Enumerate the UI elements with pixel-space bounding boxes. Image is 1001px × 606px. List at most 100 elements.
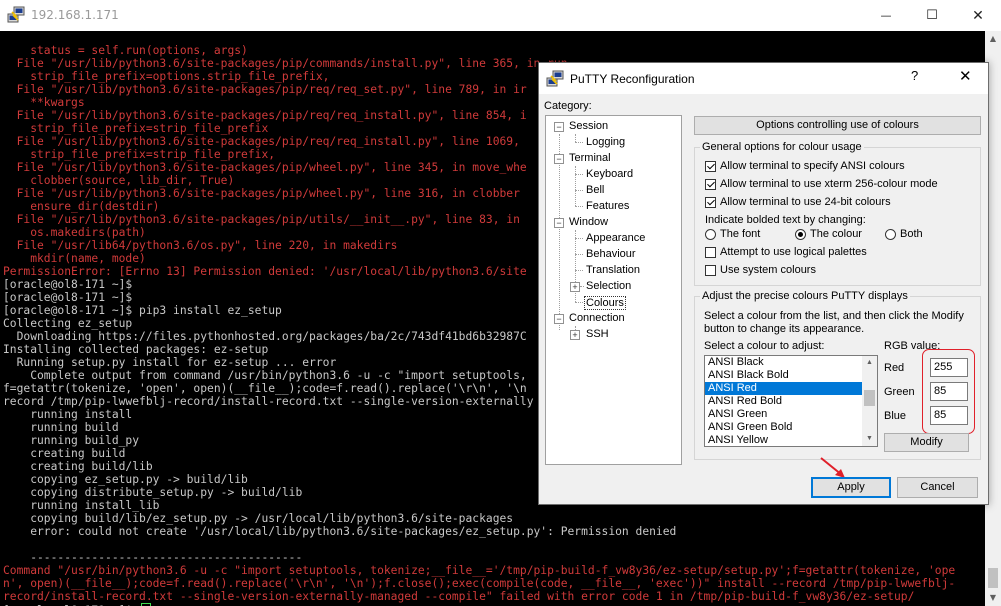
tree-item-appearance[interactable]: Appearance — [586, 232, 645, 244]
list-item[interactable]: ANSI Black Bold — [705, 369, 877, 382]
list-item[interactable]: ANSI Green — [705, 408, 877, 421]
category-tree[interactable]: − Session Logging − Terminal Keyboard Be… — [545, 115, 682, 465]
terminal-line: copying build/lib/ez_setup.py -> /usr/lo… — [3, 512, 514, 525]
scroll-down-icon[interactable]: ▼ — [862, 432, 877, 446]
checkbox-label: Allow terminal to specify ANSI colours — [720, 160, 905, 172]
minimize-icon: — — [880, 9, 892, 22]
tree-line — [575, 270, 583, 271]
checkbox-unchecked[interactable] — [705, 246, 716, 258]
checkbox-label: Allow terminal to use xterm 256-colour m… — [720, 178, 938, 190]
tree-item-connection[interactable]: Connection — [569, 312, 625, 324]
panel-header: Options controlling use of colours — [694, 116, 981, 135]
maximize-icon: ☐ — [926, 8, 938, 23]
expand-icon[interactable]: + — [570, 282, 580, 292]
checkbox-label: Use system colours — [720, 264, 816, 276]
colour-list-label: Select a colour to adjust: — [704, 340, 825, 352]
tree-item-ssh[interactable]: SSH — [586, 328, 609, 340]
group-title: Adjust the precise colours PuTTY display… — [700, 290, 910, 302]
general-options-group: General options for colour usage Allow t… — [694, 141, 981, 286]
tree-item-colours[interactable]: Colours — [584, 296, 626, 310]
tree-line — [575, 174, 583, 175]
bold-font-radio[interactable]: The font — [705, 228, 760, 240]
tree-item-terminal[interactable]: Terminal — [569, 152, 611, 164]
terminal-line: n', open)(__file__);code=f.read().replac… — [3, 577, 956, 590]
dialog-titlebar: PuTTY Reconfiguration ? ✕ — [539, 63, 988, 94]
tree-item-features[interactable]: Features — [586, 200, 629, 212]
tree-line — [575, 134, 576, 142]
checkbox-label: Attempt to use logical palettes — [720, 246, 867, 258]
red-label: Red — [884, 362, 905, 374]
tree-line — [575, 302, 583, 303]
scroll-up-icon[interactable]: ▲ — [985, 31, 1001, 47]
expand-icon[interactable]: + — [570, 330, 580, 340]
collapse-icon[interactable]: − — [554, 154, 564, 164]
tree-line — [575, 206, 583, 207]
tree-item-logging[interactable]: Logging — [586, 136, 625, 148]
dialog-close-button[interactable]: ✕ — [959, 67, 972, 85]
radio-label: Both — [900, 228, 923, 240]
list-scrollbar[interactable]: ▲ ▼ — [862, 356, 877, 446]
radio-label: The colour — [810, 228, 862, 240]
terminal-line: Command "/usr/bin/python3.6 -u -c "impor… — [3, 564, 956, 577]
collapse-icon[interactable]: − — [554, 122, 564, 132]
tree-item-selection[interactable]: Selection — [586, 280, 631, 292]
truecolour-checkbox[interactable]: Allow terminal to use 24-bit colours — [705, 196, 891, 208]
tree-item-window[interactable]: Window — [569, 216, 608, 228]
list-item[interactable]: ANSI Yellow — [705, 434, 877, 446]
list-item[interactable]: ANSI Red Bold — [705, 395, 877, 408]
scrollbar-thumb[interactable] — [988, 568, 998, 588]
maximize-button[interactable]: ☐ — [909, 0, 955, 31]
colour-listbox[interactable]: ANSI Black ANSI Black Bold ANSI Red ANSI… — [704, 355, 878, 447]
bold-both-radio[interactable]: Both — [885, 228, 923, 240]
checkbox-checked[interactable] — [705, 160, 716, 172]
green-label: Green — [884, 386, 915, 398]
list-item[interactable]: ANSI Black — [705, 356, 877, 369]
tree-line — [575, 190, 583, 191]
checkbox-checked[interactable] — [705, 178, 716, 190]
apply-button[interactable]: Apply — [811, 477, 891, 498]
terminal-line: status = self.run(options, args) — [3, 44, 248, 57]
tree-line — [575, 166, 576, 206]
reconfiguration-dialog: PuTTY Reconfiguration ? ✕ Category: − Se… — [538, 62, 989, 505]
radio-unchecked[interactable] — [705, 228, 716, 240]
logical-palettes-checkbox[interactable]: Attempt to use logical palettes — [705, 246, 867, 258]
cancel-button[interactable]: Cancel — [897, 477, 978, 498]
tree-item-keyboard[interactable]: Keyboard — [586, 168, 633, 180]
close-button[interactable]: ✕ — [955, 0, 1001, 31]
bold-indicator-label: Indicate bolded text by changing: — [705, 214, 866, 226]
radio-unchecked[interactable] — [885, 228, 896, 240]
collapse-icon[interactable]: − — [554, 218, 564, 228]
bold-colour-radio[interactable]: The colour — [795, 228, 862, 240]
checkbox-unchecked[interactable] — [705, 264, 716, 276]
scrollbar-thumb[interactable] — [864, 390, 875, 406]
radio-checked[interactable] — [795, 228, 806, 240]
tree-item-behaviour[interactable]: Behaviour — [586, 248, 636, 260]
terminal-line: error: could not create '/usr/local/lib/… — [3, 525, 677, 538]
tree-item-bell[interactable]: Bell — [586, 184, 604, 196]
minimize-button[interactable]: — — [863, 0, 909, 31]
tree-item-translation[interactable]: Translation — [586, 264, 640, 276]
ansi-colours-checkbox[interactable]: Allow terminal to specify ANSI colours — [705, 160, 905, 172]
scroll-up-icon[interactable]: ▲ — [862, 356, 877, 370]
list-item[interactable]: ANSI Green Bold — [705, 421, 877, 434]
modify-button[interactable]: Modify — [884, 433, 969, 452]
window-title: 192.168.1.171 — [31, 8, 119, 22]
tree-line — [575, 142, 583, 143]
terminal-line: ---------------------------------------- — [3, 551, 303, 564]
scroll-down-icon[interactable]: ▼ — [985, 590, 1001, 606]
dialog-title: PuTTY Reconfiguration — [570, 72, 695, 86]
putty-icon — [546, 70, 564, 88]
putty-icon — [7, 6, 25, 24]
main-titlebar: 192.168.1.171 — ☐ ✕ — [0, 0, 1001, 31]
xterm256-checkbox[interactable]: Allow terminal to use xterm 256-colour m… — [705, 178, 938, 190]
close-icon: ✕ — [972, 7, 984, 24]
checkbox-checked[interactable] — [705, 196, 716, 208]
collapse-icon[interactable]: − — [554, 314, 564, 324]
group-title: General options for colour usage — [700, 141, 864, 153]
system-colours-checkbox[interactable]: Use system colours — [705, 264, 816, 276]
tree-item-session[interactable]: Session — [569, 120, 608, 132]
category-label: Category: — [544, 100, 592, 112]
list-item-selected[interactable]: ANSI Red — [705, 382, 877, 395]
help-button[interactable]: ? — [911, 68, 918, 83]
